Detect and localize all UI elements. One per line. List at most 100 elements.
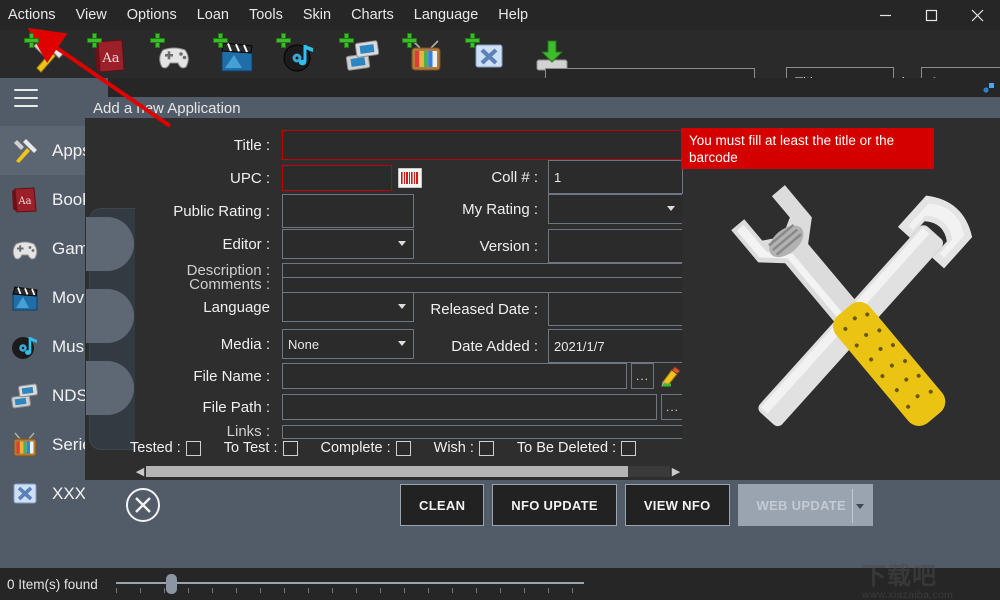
clean-button[interactable]: CLEAN (400, 484, 485, 526)
watermark-text: 下载吧 (862, 562, 937, 590)
file-name-input[interactable] (282, 363, 627, 389)
web-update-button[interactable]: WEB UPDATE (737, 484, 873, 526)
chevron-down-icon[interactable] (855, 504, 864, 509)
toolbar-add-book-button[interactable]: Aa (87, 33, 133, 75)
content-header-strip (108, 78, 1000, 97)
scrollbar-thumb[interactable] (146, 466, 629, 477)
slider-ticks (115, 588, 584, 594)
nfo-update-button[interactable]: NFO UPDATE (492, 484, 617, 526)
maximize-button[interactable] (908, 0, 954, 30)
checkbox-complete[interactable]: Complete : (321, 440, 411, 456)
plus-badge-icon (339, 33, 354, 48)
checkbox-tested[interactable]: Tested : (130, 440, 201, 456)
plus-badge-icon (465, 33, 480, 48)
checkbox-box[interactable] (282, 440, 298, 456)
watermark: 下载吧 www.xiazaiba.com (862, 556, 996, 600)
menu-bar: Actions View Options Loan Tools Skin Cha… (0, 0, 1000, 30)
plus-badge-icon (276, 33, 291, 48)
menu-charts[interactable]: Charts (341, 0, 404, 30)
chevron-down-icon (398, 241, 406, 246)
plus-badge-icon (402, 33, 417, 48)
barcode-icon[interactable] (398, 168, 422, 188)
checkbox-label: Tested : (130, 440, 181, 456)
language-label: Language (203, 298, 270, 316)
links-input[interactable] (282, 424, 682, 439)
form-horizontal-scrollbar[interactable]: ◀ ▶ (134, 465, 682, 478)
title-input[interactable] (282, 130, 682, 160)
file-name-browse-button[interactable]: ... (631, 363, 654, 389)
date-added-label: Date Added : (451, 337, 538, 355)
checkbox-to-test[interactable]: To Test : (224, 440, 298, 456)
menu-actions[interactable]: Actions (0, 0, 66, 30)
menu-help[interactable]: Help (488, 0, 538, 30)
music-disc-icon (10, 333, 40, 361)
edit-pencil-icon[interactable] (660, 365, 682, 387)
checkbox-box[interactable] (478, 440, 494, 456)
dialog-tab-1[interactable] (86, 217, 134, 271)
menu-options[interactable]: Options (117, 0, 187, 30)
slider-thumb[interactable] (165, 574, 177, 594)
menu-language[interactable]: Language (404, 0, 489, 30)
dialog-footer: CLEAN NFO UPDATE VIEW NFO WEB UPDATE (85, 480, 1000, 530)
dialog-tab-3[interactable] (86, 361, 134, 415)
flags-row: Tested : To Test : Complete : Wish : To … (130, 440, 653, 456)
language-select[interactable] (282, 292, 414, 322)
toolbar-add-movie-button[interactable] (213, 33, 259, 75)
dialog-tab-2[interactable] (86, 289, 134, 343)
my-rating-select[interactable] (548, 194, 682, 224)
menu-tools[interactable]: Tools (239, 0, 293, 30)
hamburger-menu-icon[interactable] (14, 89, 38, 113)
slider-track[interactable] (115, 582, 584, 584)
comments-input[interactable] (282, 276, 682, 293)
checkbox-box[interactable] (621, 440, 637, 456)
date-added-input[interactable]: 2021/1/7 (548, 329, 682, 363)
web-update-label: WEB UPDATE (756, 497, 846, 513)
television-icon (13, 432, 37, 456)
toolbar-add-game-button[interactable] (150, 33, 196, 75)
editor-label: Editor : (222, 235, 270, 253)
released-date-input[interactable] (548, 292, 682, 326)
my-rating-label: My Rating : (462, 200, 538, 218)
toolbar-add-series-button[interactable] (402, 33, 448, 75)
book-icon: Aa (10, 186, 40, 214)
toolbar-add-application-button[interactable] (24, 33, 70, 75)
checkbox-box[interactable] (185, 440, 201, 456)
link-icon[interactable] (982, 81, 996, 95)
toolbar-add-xxx-button[interactable] (465, 33, 511, 75)
svg-text:Aa: Aa (17, 196, 31, 207)
checkbox-box[interactable] (395, 440, 411, 456)
tools-icon (10, 137, 40, 165)
zoom-slider[interactable] (115, 572, 584, 596)
toolbar-add-music-button[interactable] (276, 33, 322, 75)
media-select[interactable]: None (282, 329, 414, 359)
scroll-left-arrow-icon[interactable]: ◀ (134, 465, 146, 478)
editor-select[interactable] (282, 229, 414, 259)
media-label: Media : (220, 335, 270, 353)
checkbox-to-be-deleted[interactable]: To Be Deleted : (517, 440, 637, 456)
minimize-button[interactable] (862, 0, 908, 30)
toolbar-add-nds-button[interactable] (339, 33, 385, 75)
scrollbar-track[interactable] (146, 466, 670, 477)
view-nfo-button[interactable]: VIEW NFO (624, 484, 730, 526)
plus-badge-icon (87, 33, 102, 48)
dialog-action-buttons: CLEAN NFO UPDATE VIEW NFO WEB UPDATE (400, 484, 873, 526)
status-bar: 0 Item(s) found (0, 568, 1000, 600)
checkbox-wish[interactable]: Wish : (434, 440, 494, 456)
coll-number-input[interactable]: 1 (548, 160, 683, 194)
public-rating-input[interactable] (282, 194, 414, 228)
sidebar-footer-stub (0, 559, 120, 568)
x-folder-icon (13, 483, 37, 503)
close-button[interactable] (954, 0, 1000, 30)
nds-console-icon (11, 383, 38, 408)
close-circle-icon[interactable] (125, 487, 161, 523)
file-path-browse-button[interactable]: ... (661, 394, 682, 420)
version-input[interactable] (548, 229, 682, 263)
scroll-right-arrow-icon[interactable]: ▶ (670, 465, 682, 478)
menu-loan[interactable]: Loan (187, 0, 239, 30)
gamepad-icon (10, 235, 40, 263)
menu-view[interactable]: View (66, 0, 117, 30)
menu-skin[interactable]: Skin (293, 0, 341, 30)
upc-input[interactable] (282, 165, 392, 191)
validation-error-tooltip: You must fill at least the title or the … (681, 128, 934, 169)
file-path-input[interactable] (282, 394, 657, 420)
